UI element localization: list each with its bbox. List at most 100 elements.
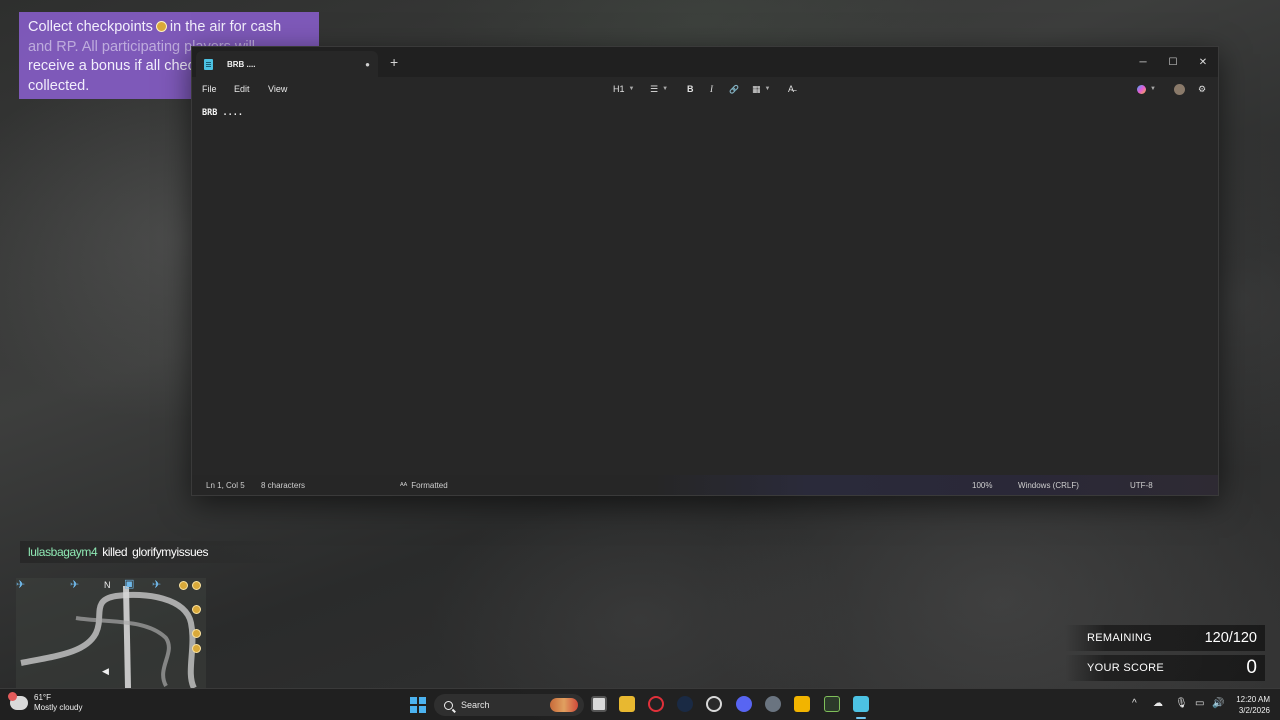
- start-button[interactable]: [410, 697, 426, 713]
- format-toggle[interactable]: ᴬᴬ Formatted: [400, 481, 448, 490]
- account-button[interactable]: [1174, 82, 1185, 96]
- zoom-level[interactable]: 100%: [972, 481, 992, 490]
- minimize-button[interactable]: ─: [1128, 47, 1158, 77]
- taskbar: 61°F Mostly cloudy Search ^ ☁ 🎙 ▭ 🔊 12:2…: [0, 688, 1280, 720]
- rockstar-launcher-icon[interactable]: [794, 696, 810, 712]
- score-label: YOUR SCORE: [1087, 662, 1164, 674]
- notepad-window: BRB .... ● + ─ ☐ ✕ File Edit View H1 ▼ ☰ ▼…: [191, 46, 1219, 496]
- line-ending[interactable]: Windows (CRLF): [1018, 481, 1079, 490]
- system-app-icon[interactable]: [706, 696, 722, 712]
- remaining-label: REMAINING: [1087, 632, 1153, 644]
- score-row: YOUR SCORE 0: [1065, 655, 1265, 681]
- kill-verb: killed: [102, 545, 128, 559]
- windows-logo-icon: [419, 697, 426, 704]
- search-label: Search: [461, 700, 490, 710]
- italic-icon: I: [710, 84, 713, 94]
- notepad-taskbar-icon[interactable]: [853, 696, 869, 712]
- minimap: ✈ ✈ N ▣ ✈ ◀: [16, 578, 206, 688]
- steam-icon[interactable]: [677, 696, 693, 712]
- file-explorer-icon[interactable]: [619, 696, 635, 712]
- windows-logo-icon: [410, 706, 417, 713]
- chevron-up-icon[interactable]: ^: [1132, 698, 1137, 709]
- clock-time: 12:20 AM: [1236, 695, 1270, 704]
- italic-button[interactable]: I: [710, 82, 713, 96]
- gear-icon: ⚙: [1198, 83, 1207, 94]
- north-indicator: N: [104, 580, 111, 590]
- encoding[interactable]: UTF-8: [1130, 481, 1153, 490]
- menu-edit[interactable]: Edit: [234, 84, 250, 94]
- plane-blip-icon: ✈: [152, 579, 162, 591]
- microphone-icon[interactable]: 🎙: [1175, 698, 1188, 709]
- checkpoint-coin-icon: [192, 644, 201, 653]
- settings-button[interactable]: ⚙: [1198, 82, 1206, 96]
- windows-logo-icon: [410, 697, 417, 704]
- list-icon: ☰: [650, 83, 659, 94]
- tab-title: BRB ....: [227, 59, 256, 69]
- copilot-dropdown[interactable]: ▼: [1137, 82, 1156, 96]
- tab-close-icon[interactable]: ●: [365, 60, 370, 69]
- copilot-icon: [1137, 84, 1146, 94]
- character-count: 8 characters: [261, 481, 306, 490]
- onedrive-icon[interactable]: ☁: [1153, 698, 1163, 709]
- checkpoint-coin-icon: [192, 581, 201, 590]
- clock[interactable]: 12:20 AM 3/2/2026: [1230, 694, 1270, 716]
- volume-icon[interactable]: 🔊: [1212, 698, 1224, 709]
- kill-feed: lulasbagaym4 killed glorifymyissues: [20, 541, 300, 563]
- avatar: [1174, 83, 1185, 95]
- chevron-down-icon: ▼: [1150, 86, 1156, 92]
- editor-text-area[interactable]: BRB ....: [192, 103, 1218, 477]
- table-icon: ▦: [752, 83, 761, 94]
- new-tab-button[interactable]: +: [390, 54, 398, 70]
- cloud-icon: [8, 692, 28, 710]
- status-bar: Ln 1, Col 5 8 characters ᴬᴬ Formatted 100…: [192, 475, 1218, 495]
- network-icon[interactable]: ▭: [1195, 698, 1204, 709]
- minimap-roads: [20, 585, 197, 688]
- gta-icon[interactable]: [824, 696, 840, 712]
- format-icon: ᴬᴬ: [400, 481, 408, 490]
- victim-name: glorifymyissues: [132, 545, 209, 559]
- remaining-row: REMAINING 120/120: [1065, 625, 1265, 651]
- clock-date: 3/2/2026: [1238, 706, 1270, 715]
- checkpoint-coin-icon: [179, 581, 188, 590]
- remaining-value: 120/120: [1204, 630, 1257, 646]
- notepad-icon: [204, 58, 213, 70]
- clear-formatting-button[interactable]: A̶: [788, 82, 794, 96]
- plane-blip-icon: ✈: [16, 579, 26, 591]
- task-view-icon[interactable]: [591, 696, 607, 712]
- objective-text: in the air for cash: [169, 19, 282, 35]
- menu-view[interactable]: View: [268, 84, 287, 94]
- tab-document[interactable]: BRB .... ●: [196, 51, 378, 77]
- table-dropdown[interactable]: ▦ ▼: [752, 82, 770, 96]
- opera-icon[interactable]: [648, 696, 664, 712]
- objective-line-1: Collect checkpoints in the air for cash: [28, 18, 309, 38]
- chevron-down-icon: ▼: [628, 86, 635, 92]
- objective-text: Collect checkpoints: [28, 19, 153, 35]
- maximize-button[interactable]: ☐: [1158, 47, 1188, 77]
- taskbar-search[interactable]: Search: [434, 694, 584, 716]
- menu-file[interactable]: File: [202, 84, 217, 94]
- cursor-position: Ln 1, Col 5: [206, 481, 245, 490]
- player-arrow-icon: ◀: [102, 666, 109, 676]
- heading-dropdown[interactable]: H1 ▼: [613, 82, 634, 96]
- search-icon: [444, 700, 453, 710]
- heading-label: H1: [613, 84, 625, 94]
- active-app-indicator: [856, 717, 866, 719]
- checkpoint-coin-icon: [192, 605, 201, 614]
- bold-button[interactable]: B: [687, 82, 694, 96]
- weather-widget[interactable]: 61°F Mostly cloudy: [8, 692, 83, 713]
- list-dropdown[interactable]: ☰ ▼: [650, 82, 668, 96]
- link-button[interactable]: 🔗: [729, 82, 739, 96]
- link-icon: 🔗: [729, 84, 739, 94]
- discord-icon[interactable]: [736, 696, 752, 712]
- chevron-down-icon: ▼: [662, 86, 669, 92]
- windows-logo-icon: [419, 706, 426, 713]
- killer-name: lulasbagaym4: [28, 545, 98, 559]
- settings-icon[interactable]: [765, 696, 781, 712]
- checkpoint-coin-icon: [192, 629, 201, 638]
- chevron-down-icon: ▼: [764, 86, 771, 92]
- vehicle-blip-icon: ▣: [124, 578, 135, 590]
- weather-description: Mostly cloudy: [34, 703, 83, 712]
- plane-blip-icon: ✈: [70, 579, 80, 591]
- close-button[interactable]: ✕: [1188, 47, 1218, 77]
- title-bar[interactable]: BRB .... ● + ─ ☐ ✕: [192, 47, 1218, 77]
